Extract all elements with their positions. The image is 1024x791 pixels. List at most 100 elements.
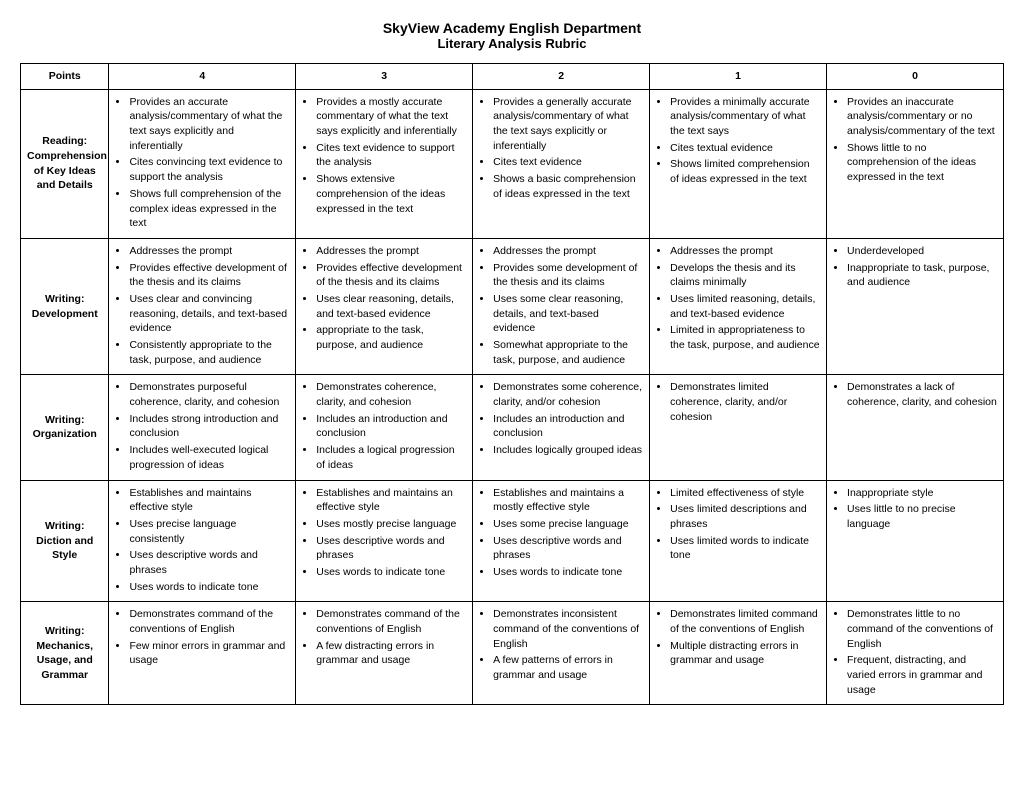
list-item: Provides a minimally accurate analysis/c… <box>670 95 820 139</box>
table-row: Writing: Mechanics, Usage, and Grammar De… <box>21 602 1004 705</box>
list-item: Includes a logical progression of ideas <box>316 443 466 472</box>
row-header-2: Writing: Organization <box>21 375 109 480</box>
title-line1: SkyView Academy English Department <box>20 20 1004 36</box>
list-item: Uses precise language consistently <box>129 517 289 546</box>
cell-col4-row4: Demonstrates command of the conventions … <box>109 602 296 705</box>
list-item: Uses words to indicate tone <box>493 565 643 580</box>
list-item: Demonstrates inconsistent command of the… <box>493 607 643 651</box>
list-item: Provides effective development of the th… <box>129 261 289 290</box>
list-item: Multiple distracting errors in grammar a… <box>670 639 820 668</box>
cell-col2-row3: Establishes and maintains a mostly effec… <box>473 480 650 602</box>
table-row: Writing: Diction and Style Establishes an… <box>21 480 1004 602</box>
cell-col2-row0: Provides a generally accurate analysis/c… <box>473 89 650 238</box>
list-item: appropriate to the task, purpose, and au… <box>316 323 466 352</box>
cell-col0-row3: Inappropriate styleUses little to no pre… <box>827 480 1004 602</box>
row-header-4: Writing: Mechanics, Usage, and Grammar <box>21 602 109 705</box>
list-item: Includes an introduction and conclusion <box>493 412 643 441</box>
list-item: Frequent, distracting, and varied errors… <box>847 653 997 697</box>
rubric-table: Points 4 3 2 1 0 Reading: Comprehension … <box>20 63 1004 705</box>
list-item: Develops the thesis and its claims minim… <box>670 261 820 290</box>
cell-col3-row1: Addresses the prompt Provides effective d… <box>296 238 473 375</box>
table-row: Writing: DevelopmentAddresses the prompt… <box>21 238 1004 375</box>
list-item: Inappropriate style <box>847 486 997 501</box>
list-item: Somewhat appropriate to the task, purpos… <box>493 338 643 367</box>
cell-col1-row0: Provides a minimally accurate analysis/c… <box>650 89 827 238</box>
list-item: Demonstrates little to no command of the… <box>847 607 997 651</box>
cell-col3-row2: Demonstrates coherence, clarity, and coh… <box>296 375 473 480</box>
list-item: Uses clear reasoning, details, and text-… <box>316 292 466 321</box>
list-item: Uses words to indicate tone <box>316 565 466 580</box>
list-item: Uses limited words to indicate tone <box>670 534 820 563</box>
list-item: Includes strong introduction and conclus… <box>129 412 289 441</box>
list-item: Underdeveloped <box>847 244 997 259</box>
header-col1: 1 <box>650 64 827 90</box>
list-item: Demonstrates purposeful coherence, clari… <box>129 380 289 409</box>
cell-col1-row4: Demonstrates limited command of the conv… <box>650 602 827 705</box>
list-item: Demonstrates command of the conventions … <box>129 607 289 636</box>
list-item: Provides an accurate analysis/commentary… <box>129 95 289 154</box>
header-col2: 2 <box>473 64 650 90</box>
list-item: Shows little to no comprehension of the … <box>847 141 997 185</box>
list-item: Limited in appropriateness to the task, … <box>670 323 820 352</box>
list-item: Demonstrates coherence, clarity, and coh… <box>316 380 466 409</box>
header-col0: 0 <box>827 64 1004 90</box>
list-item: Uses some precise language <box>493 517 643 532</box>
list-item: Demonstrates command of the conventions … <box>316 607 466 636</box>
row-header-3: Writing: Diction and Style <box>21 480 109 602</box>
list-item: Demonstrates some coherence, clarity, an… <box>493 380 643 409</box>
cell-col0-row1: Underdeveloped Inappropriate to task, pur… <box>827 238 1004 375</box>
title-line2: Literary Analysis Rubric <box>20 36 1004 51</box>
page-title: SkyView Academy English Department Liter… <box>20 20 1004 51</box>
cell-col2-row2: Demonstrates some coherence, clarity, an… <box>473 375 650 480</box>
list-item: Shows limited comprehension of ideas exp… <box>670 157 820 186</box>
list-item: Inappropriate to task, purpose, and audi… <box>847 261 997 290</box>
list-item: Addresses the prompt <box>316 244 466 259</box>
list-item: Uses limited reasoning, details, and tex… <box>670 292 820 321</box>
list-item: Includes an introduction and conclusion <box>316 412 466 441</box>
list-item: Addresses the prompt <box>129 244 289 259</box>
list-item: Uses words to indicate tone <box>129 580 289 595</box>
list-item: Uses mostly precise language <box>316 517 466 532</box>
header-col4: 4 <box>109 64 296 90</box>
list-item: Uses descriptive words and phrases <box>316 534 466 563</box>
list-item: Uses clear and convincing reasoning, det… <box>129 292 289 336</box>
list-item: Establishes and maintains an effective s… <box>316 486 466 515</box>
list-item: Shows extensive comprehension of the ide… <box>316 172 466 216</box>
list-item: Cites text evidence <box>493 155 643 170</box>
list-item: A few distracting errors in grammar and … <box>316 639 466 668</box>
list-item: Uses descriptive words and phrases <box>129 548 289 577</box>
list-item: Addresses the prompt <box>493 244 643 259</box>
list-item: Establishes and maintains a mostly effec… <box>493 486 643 515</box>
list-item: Provides an inaccurate analysis/commenta… <box>847 95 997 139</box>
list-item: Uses some clear reasoning, details, and … <box>493 292 643 336</box>
list-item: Uses little to no precise language <box>847 502 997 531</box>
cell-col3-row3: Establishes and maintains an effective s… <box>296 480 473 602</box>
table-row: Reading: Comprehension of Key Ideas and … <box>21 89 1004 238</box>
list-item: Establishes and maintains effective styl… <box>129 486 289 515</box>
list-item: Cites text evidence to support the analy… <box>316 141 466 170</box>
cell-col0-row0: Provides an inaccurate analysis/commenta… <box>827 89 1004 238</box>
list-item: Includes well-executed logical progressi… <box>129 443 289 472</box>
list-item: Shows full comprehension of the complex … <box>129 187 289 231</box>
header-row: Points 4 3 2 1 0 <box>21 64 1004 90</box>
list-item: Includes logically grouped ideas <box>493 443 643 458</box>
cell-col0-row4: Demonstrates little to no command of the… <box>827 602 1004 705</box>
cell-col4-row2: Demonstrates purposeful coherence, clari… <box>109 375 296 480</box>
table-row: Writing: Organization Demonstrates purpos… <box>21 375 1004 480</box>
list-item: Consistently appropriate to the task, pu… <box>129 338 289 367</box>
cell-col4-row3: Establishes and maintains effective styl… <box>109 480 296 602</box>
list-item: Provides effective development of the th… <box>316 261 466 290</box>
cell-col2-row1: Addresses the prompt Provides some develo… <box>473 238 650 375</box>
list-item: Cites textual evidence <box>670 141 820 156</box>
cell-col3-row4: Demonstrates command of the conventions … <box>296 602 473 705</box>
list-item: Demonstrates a lack of coherence, clarit… <box>847 380 997 409</box>
cell-col0-row2: Demonstrates a lack of coherence, clarit… <box>827 375 1004 480</box>
list-item: Provides some development of the thesis … <box>493 261 643 290</box>
cell-col3-row0: Provides a mostly accurate commentary of… <box>296 89 473 238</box>
list-item: Provides a generally accurate analysis/c… <box>493 95 643 154</box>
row-header-0: Reading: Comprehension of Key Ideas and … <box>21 89 109 238</box>
list-item: Shows a basic comprehension of ideas exp… <box>493 172 643 201</box>
list-item: A few patterns of errors in grammar and … <box>493 653 643 682</box>
list-item: Uses descriptive words and phrases <box>493 534 643 563</box>
list-item: Demonstrates limited command of the conv… <box>670 607 820 636</box>
